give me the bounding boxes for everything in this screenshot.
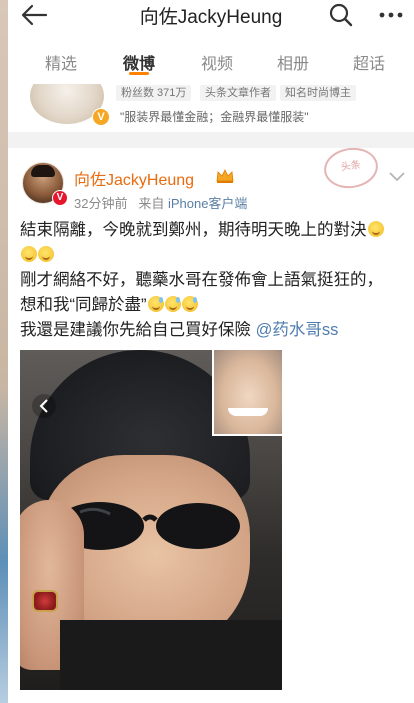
chevron-left-icon bbox=[39, 399, 48, 413]
headline-stamp: 头条 bbox=[321, 144, 381, 192]
photo-prev-button[interactable] bbox=[32, 394, 56, 418]
post-line-1: 結束隔離，今晚就到鄭州，期待明天晚上的對決 bbox=[20, 221, 367, 239]
photo-inset-face bbox=[212, 350, 282, 436]
tab-featured[interactable]: 精选 bbox=[26, 50, 96, 74]
post-source[interactable]: iPhone客户端 bbox=[168, 196, 247, 211]
post-photo[interactable] bbox=[20, 350, 282, 690]
post-line-3: 想和我“同歸於盡” bbox=[20, 296, 147, 314]
mention-link[interactable]: @药水哥ss bbox=[256, 321, 339, 339]
post-line-4: 我還是建議你先給自己買好保險 bbox=[20, 321, 256, 339]
post-body: 結束隔離，今晚就到鄭州，期待明天晚上的對決 剛才網絡不好，聽藥水哥在發佈會上語氣… bbox=[20, 218, 406, 343]
post-time: 32分钟前 bbox=[74, 196, 128, 211]
sweat-smile-emoji-icon bbox=[147, 296, 164, 312]
profile-summary: V 粉丝数 371万 头条文章作者 知名时尚博主 "服装界最懂金融；金融界最懂服… bbox=[8, 84, 414, 132]
chevron-down-icon[interactable] bbox=[388, 170, 406, 184]
crown-icon bbox=[216, 169, 234, 183]
tab-albums[interactable]: 相册 bbox=[258, 50, 328, 74]
source-prefix: 来自 bbox=[138, 196, 165, 211]
active-tab-indicator bbox=[129, 72, 149, 75]
more-button[interactable] bbox=[378, 2, 404, 28]
photo-hoodie bbox=[60, 620, 282, 690]
smile-emoji-icon bbox=[38, 246, 54, 262]
background-edge bbox=[0, 0, 8, 703]
article-author-chip: 头条文章作者 bbox=[200, 85, 276, 101]
photo-ring bbox=[32, 590, 58, 612]
smile-emoji-icon bbox=[21, 246, 37, 262]
author-name[interactable]: 向佐JackyHeung bbox=[74, 166, 194, 190]
verified-red-icon: V bbox=[52, 190, 68, 206]
tab-super-topic[interactable]: 超话 bbox=[334, 50, 404, 74]
sweat-smile-emoji-icon bbox=[181, 296, 198, 312]
weibo-post-card[interactable]: 头条 V 向佐JackyHeung 32分钟前 来自 iPhone客户端 結束隔… bbox=[8, 144, 414, 703]
verified-badge-icon: V bbox=[92, 108, 110, 126]
smile-emoji-icon bbox=[367, 221, 384, 237]
more-icon bbox=[379, 12, 403, 18]
follower-count-chip: 粉丝数 371万 bbox=[116, 85, 192, 101]
tab-bar: 精选 微博 视频 相册 超话 bbox=[8, 38, 414, 84]
profile-description: "服装界最懂金融；金融界最懂服装" bbox=[120, 110, 309, 124]
top-bar: 向佐JackyHeung bbox=[8, 0, 414, 30]
tab-weibo[interactable]: 微博 bbox=[104, 50, 174, 74]
sweat-smile-emoji-icon bbox=[164, 296, 181, 312]
section-divider bbox=[8, 132, 414, 148]
search-button[interactable] bbox=[328, 2, 354, 28]
search-icon bbox=[329, 3, 353, 27]
post-line-2: 剛才網絡不好，聽藥水哥在發佈會上語氣挺狂的， bbox=[20, 271, 383, 289]
post-meta: 32分钟前 来自 iPhone客户端 bbox=[74, 193, 247, 212]
fashion-blogger-chip: 知名时尚博主 bbox=[280, 85, 356, 101]
tab-videos[interactable]: 视频 bbox=[182, 50, 252, 74]
